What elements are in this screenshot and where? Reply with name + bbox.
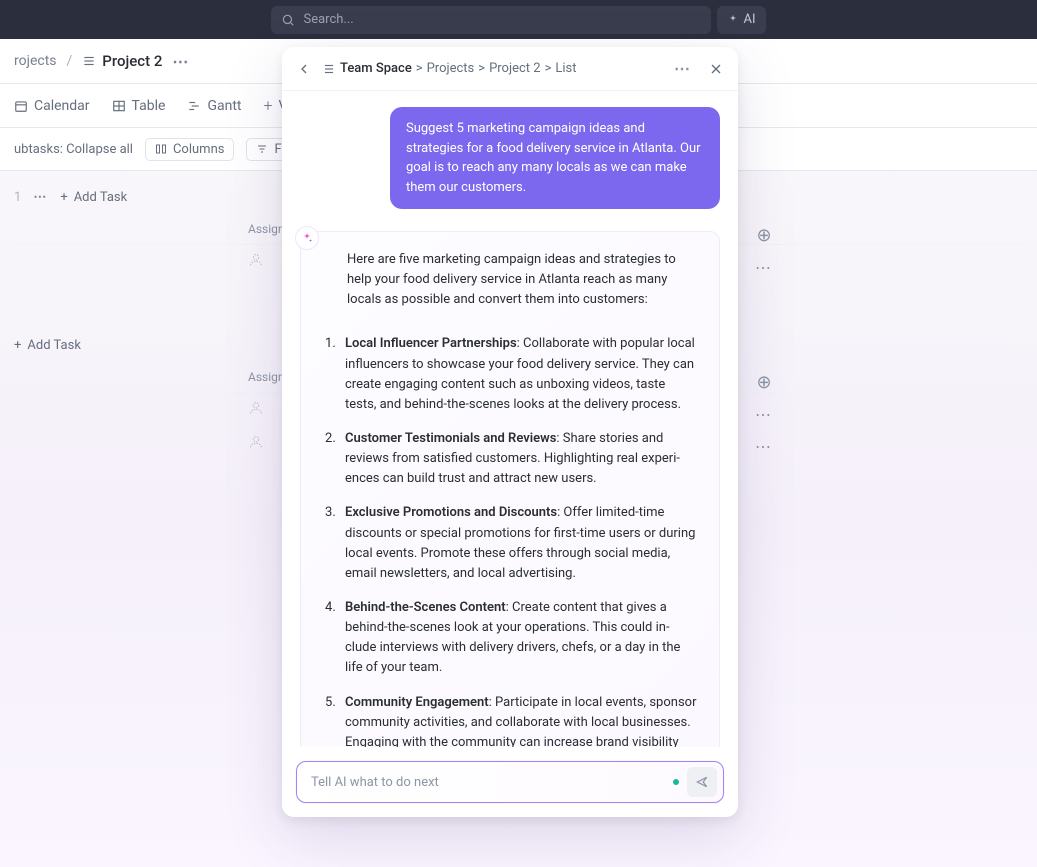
list-icon	[322, 62, 336, 76]
ai-input-placeholder: Tell AI what to do next	[311, 775, 665, 790]
ai-input-area: Tell AI what to do next	[282, 747, 738, 817]
ai-assist-button[interactable]: AI	[717, 6, 765, 34]
breadcrumb-current[interactable]: Project 2	[82, 52, 162, 70]
breadcrumb-parent[interactable]: rojects	[14, 53, 57, 69]
assignee-add-icon	[248, 400, 264, 420]
sparkle-icon	[301, 232, 313, 244]
top-bar: Search... AI	[0, 0, 1037, 39]
list-item: Behind-the-Scenes Content: Create conten…	[339, 598, 697, 679]
global-search[interactable]: Search...	[271, 6, 711, 34]
user-message: Suggest 5 marketing campaign ideas and s…	[390, 107, 720, 209]
ai-bc-projects: Projects	[427, 61, 475, 76]
filter-icon	[256, 143, 268, 155]
add-task-label-2: Add Task	[27, 338, 81, 353]
item-title: Behind-the-Scenes Content	[345, 600, 506, 615]
subtasks-toggle[interactable]: ubtasks: Collapse all	[14, 142, 133, 157]
view-gantt[interactable]: Gantt	[187, 98, 241, 114]
view-gantt-label: Gantt	[207, 98, 241, 114]
row-more-3[interactable]: ⋯	[754, 437, 774, 456]
columns-icon	[155, 143, 167, 155]
breadcrumb-sep: /	[67, 53, 73, 69]
add-column-1[interactable]: ⊕	[754, 225, 774, 246]
view-table[interactable]: Table	[112, 98, 166, 114]
row-more-2[interactable]: ⋯	[754, 405, 774, 424]
add-task-button-2[interactable]: + Add Task	[14, 338, 81, 353]
breadcrumb-current-label: Project 2	[102, 52, 162, 70]
search-placeholder: Search...	[303, 12, 701, 27]
assignee-add-icon	[248, 434, 264, 454]
ai-avatar	[295, 226, 319, 250]
ai-response-intro: Here are five marketing campaign ideas a…	[347, 250, 697, 310]
ai-response-list: Local Influencer Partnerships: Collabora…	[321, 334, 697, 747]
columns-label: Columns	[173, 142, 225, 157]
assignee-add-icon	[248, 252, 264, 272]
ai-breadcrumb[interactable]: Team Space > Projects > Project 2 > List	[322, 61, 664, 76]
row-more-1[interactable]: ⋯	[754, 258, 774, 277]
item-title: Customer Testimonials and Reviews	[345, 431, 556, 446]
plus-icon: +	[60, 190, 67, 205]
list-icon	[82, 54, 96, 68]
item-title: Local Influencer Partnerships	[345, 336, 517, 351]
status-dot	[673, 779, 679, 785]
calendar-icon	[14, 99, 28, 113]
sparkle-icon	[727, 14, 739, 26]
ai-conversation: Suggest 5 marketing campaign ideas and s…	[282, 91, 738, 747]
ai-panel-header: Team Space > Projects > Project 2 > List…	[282, 47, 738, 91]
ai-input[interactable]: Tell AI what to do next	[296, 761, 724, 803]
ai-button-label: AI	[743, 12, 755, 27]
item-title: Exclusive Promotions and Discounts	[345, 505, 557, 520]
task-more[interactable]: ⋯	[33, 190, 48, 205]
ai-panel-more[interactable]: ⋯	[674, 59, 692, 78]
item-title: Community Engagement	[345, 695, 489, 710]
breadcrumb-more[interactable]: ⋯	[172, 52, 190, 71]
ai-bc-team: Team Space	[340, 61, 412, 76]
close-icon[interactable]	[708, 61, 724, 77]
gantt-icon	[187, 99, 201, 113]
ai-bc-project2: Project 2	[489, 61, 541, 76]
view-calendar-label: Calendar	[34, 98, 90, 114]
ai-panel: Team Space > Projects > Project 2 > List…	[282, 47, 738, 817]
table-icon	[112, 99, 126, 113]
list-item: Exclusive Promotions and Discounts: Offe…	[339, 503, 697, 584]
ai-response: Here are five marketing campaign ideas a…	[300, 231, 720, 747]
send-button[interactable]	[687, 767, 717, 797]
view-calendar[interactable]: Calendar	[14, 98, 90, 114]
back-icon[interactable]	[296, 61, 312, 77]
plus-icon: +	[14, 338, 21, 353]
add-task-label: Add Task	[74, 190, 128, 205]
list-item: Community Engagement: Participate in loc…	[339, 693, 697, 747]
list-item: Local Influencer Partnerships: Collabora…	[339, 334, 697, 415]
plus-icon: +	[263, 96, 272, 115]
view-table-label: Table	[132, 98, 166, 114]
ai-bc-list: List	[555, 61, 576, 76]
add-column-2[interactable]: ⊕	[754, 372, 774, 393]
columns-button[interactable]: Columns	[145, 138, 235, 161]
task-num: 1	[14, 190, 21, 205]
list-item: Customer Testimonials and Reviews: Share…	[339, 429, 697, 489]
add-task-button[interactable]: + Add Task	[60, 190, 127, 205]
search-icon	[281, 13, 295, 27]
send-icon	[695, 775, 709, 789]
